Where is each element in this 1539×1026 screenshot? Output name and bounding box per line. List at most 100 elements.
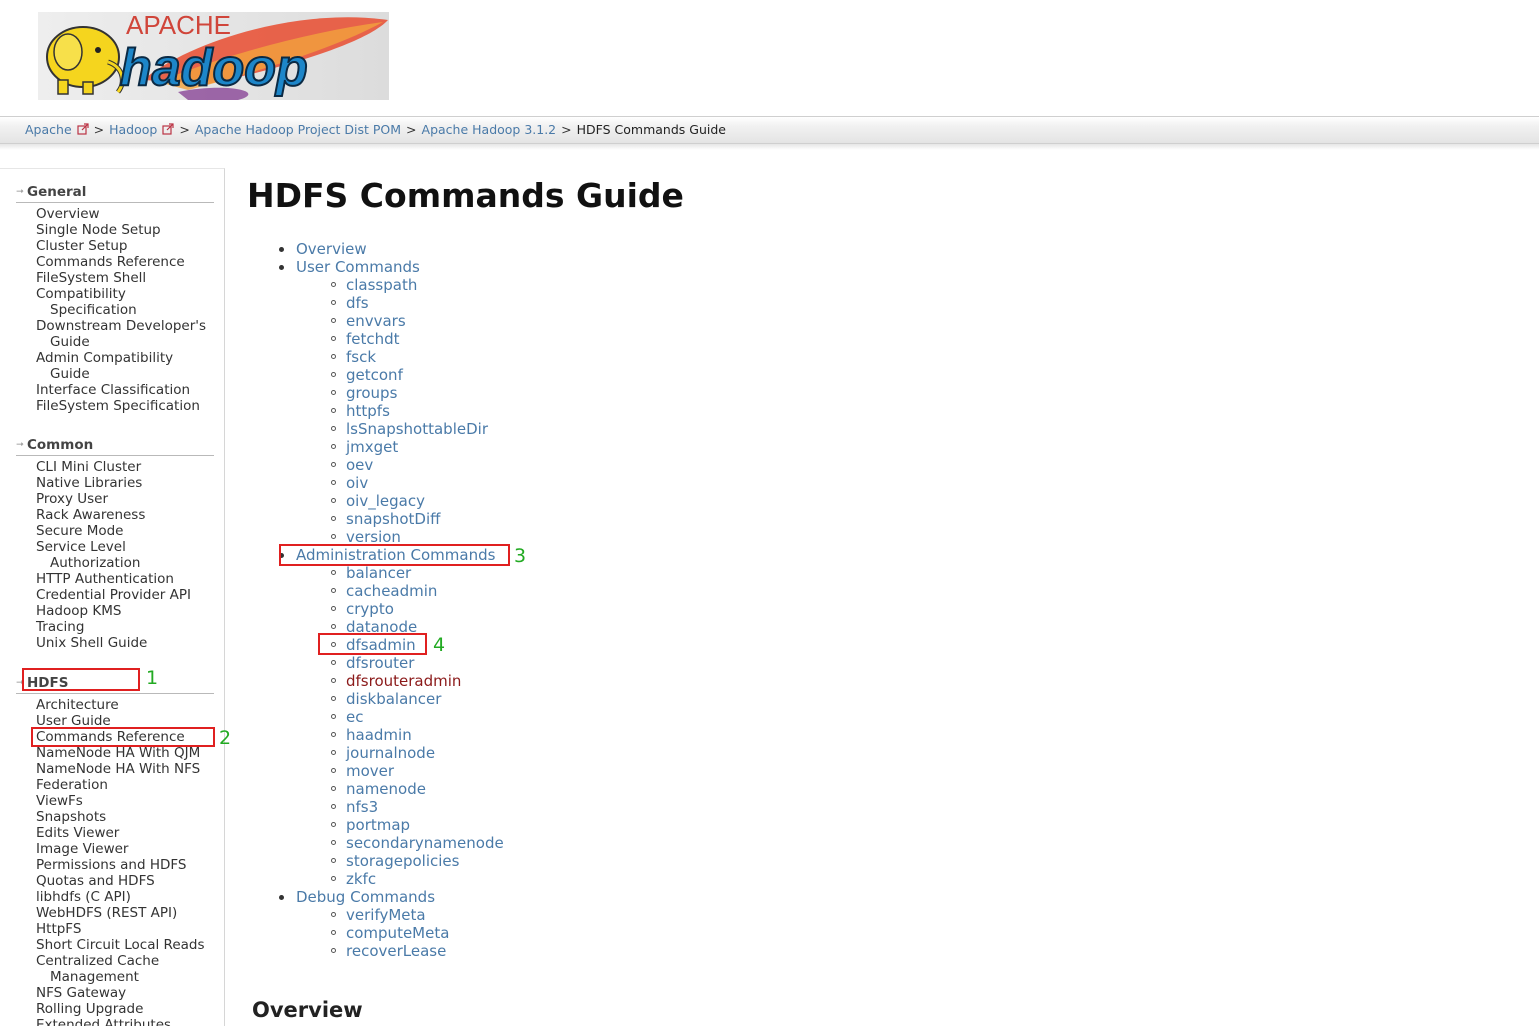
toc-link-oev[interactable]: oev	[346, 456, 373, 474]
sidebar-item-centralized-cache-management[interactable]: Centralized Cache Management	[16, 953, 214, 985]
toc-subitem-lssnapshottabledir: lsSnapshottableDir	[296, 420, 504, 438]
toc-link-dfs[interactable]: dfs	[346, 294, 369, 312]
external-link-icon[interactable]	[162, 123, 174, 135]
sidebar-item-extended-attributes[interactable]: Extended Attributes	[16, 1017, 214, 1026]
toc-link-groups[interactable]: groups	[346, 384, 397, 402]
sidebar-item-rack-awareness[interactable]: Rack Awareness	[16, 507, 214, 523]
sidebar-item-webhdfs-rest-api[interactable]: WebHDFS (REST API)	[16, 905, 214, 921]
sidebar-item-downstream-developer-s-guide[interactable]: Downstream Developer's Guide	[16, 318, 214, 350]
sidebar-item-secure-mode[interactable]: Secure Mode	[16, 523, 214, 539]
sidebar-item-overview[interactable]: Overview	[16, 206, 214, 222]
sidebar-item-single-node-setup[interactable]: Single Node Setup	[16, 222, 214, 238]
sidebar-item-filesystem-shell[interactable]: FileSystem Shell	[16, 270, 214, 286]
toc-subitem-httpfs: httpfs	[296, 402, 504, 420]
sidebar-item-viewfs[interactable]: ViewFs	[16, 793, 214, 809]
toc-link-balancer[interactable]: balancer	[346, 564, 411, 582]
toc-link-secondarynamenode[interactable]: secondarynamenode	[346, 834, 504, 852]
toc-link-oiv[interactable]: oiv	[346, 474, 368, 492]
sidebar-item-native-libraries[interactable]: Native Libraries	[16, 475, 214, 491]
circle-bullet-icon	[331, 912, 336, 917]
toc-link-namenode[interactable]: namenode	[346, 780, 426, 798]
sidebar-item-snapshots[interactable]: Snapshots	[16, 809, 214, 825]
sidebar-item-service-level-authorization[interactable]: Service Level Authorization	[16, 539, 214, 571]
sidebar-item-label: NameNode HA With QJM	[36, 745, 201, 761]
toc-link-computemeta[interactable]: computeMeta	[346, 924, 449, 942]
sidebar-item-httpfs[interactable]: HttpFS	[16, 921, 214, 937]
sidebar-item-short-circuit-local-reads[interactable]: Short Circuit Local Reads	[16, 937, 214, 953]
toc-link-ec[interactable]: ec	[346, 708, 363, 726]
breadcrumb-link-hadoop[interactable]: Hadoop	[109, 122, 157, 137]
toc-link-lssnapshottabledir[interactable]: lsSnapshottableDir	[346, 420, 488, 438]
circle-bullet-icon	[331, 426, 336, 431]
toc-subitem-storagepolicies: storagepolicies	[296, 852, 504, 870]
toc-link-oiv-legacy[interactable]: oiv_legacy	[346, 492, 425, 510]
sidebar-section-heading[interactable]: ⇾ Common	[16, 436, 214, 456]
toc-link-diskbalancer[interactable]: diskbalancer	[346, 690, 441, 708]
toc-subitem-groups: groups	[296, 384, 504, 402]
toc-link-envvars[interactable]: envvars	[346, 312, 406, 330]
toc-link-user-commands[interactable]: User Commands	[296, 258, 420, 276]
table-of-contents: Overview User Commands classpath dfs envvars…	[247, 240, 504, 960]
sidebar-item-permissions-and-hdfs[interactable]: Permissions and HDFS	[16, 857, 214, 873]
sidebar-item-edits-viewer[interactable]: Edits Viewer	[16, 825, 214, 841]
breadcrumb-link-apache-hadoop-project-dist-pom[interactable]: Apache Hadoop Project Dist POM	[195, 122, 401, 137]
sidebar-item-namenode-ha-with-nfs[interactable]: NameNode HA With NFS	[16, 761, 214, 777]
sidebar-item-label: Hadoop KMS	[36, 603, 122, 619]
toc-link-snapshotdiff[interactable]: snapshotDiff	[346, 510, 440, 528]
sidebar-item-federation[interactable]: Federation	[16, 777, 214, 793]
sidebar-item-admin-compatibility-guide[interactable]: Admin Compatibility Guide	[16, 350, 214, 382]
toc-link-dfsrouter[interactable]: dfsrouter	[346, 654, 414, 672]
sidebar-item-cli-mini-cluster[interactable]: CLI Mini Cluster	[16, 459, 214, 475]
toc-link-getconf[interactable]: getconf	[346, 366, 403, 384]
toc-link-recoverlease[interactable]: recoverLease	[346, 942, 446, 960]
sidebar-item-libhdfs-c-api[interactable]: libhdfs (C API)	[16, 889, 214, 905]
toc-link-fetchdt[interactable]: fetchdt	[346, 330, 400, 348]
toc-link-journalnode[interactable]: journalnode	[346, 744, 435, 762]
sidebar-item-proxy-user[interactable]: Proxy User	[16, 491, 214, 507]
toc-link-jmxget[interactable]: jmxget	[346, 438, 398, 456]
sidebar-item-label: FileSystem Shell	[36, 270, 147, 286]
apache-hadoop-logo[interactable]: APACHE hadoop	[38, 12, 389, 100]
toc-link-portmap[interactable]: portmap	[346, 816, 410, 834]
toc-link-storagepolicies[interactable]: storagepolicies	[346, 852, 459, 870]
toc-link-crypto[interactable]: crypto	[346, 600, 394, 618]
toc-link-overview[interactable]: Overview	[296, 240, 367, 258]
toc-link-nfs3[interactable]: nfs3	[346, 798, 378, 816]
sidebar-item-hadoop-kms[interactable]: Hadoop KMS	[16, 603, 214, 619]
toc-link-dfsrouteradmin[interactable]: dfsrouteradmin	[346, 672, 461, 690]
sidebar-item-rolling-upgrade[interactable]: Rolling Upgrade	[16, 1001, 214, 1017]
sidebar-item-image-viewer[interactable]: Image Viewer	[16, 841, 214, 857]
sidebar-item-unix-shell-guide[interactable]: Unix Shell Guide	[16, 635, 214, 651]
toc-link-zkfc[interactable]: zkfc	[346, 870, 376, 888]
sidebar-item-compatibility-specification[interactable]: Compatibility Specification	[16, 286, 214, 318]
sidebar-item-http-authentication[interactable]: HTTP Authentication	[16, 571, 214, 587]
toc-link-haadmin[interactable]: haadmin	[346, 726, 412, 744]
sidebar-item-cluster-setup[interactable]: Cluster Setup	[16, 238, 214, 254]
sidebar-item-interface-classification[interactable]: Interface Classification	[16, 382, 214, 398]
sidebar-item-filesystem-specification[interactable]: FileSystem Specification	[16, 398, 214, 414]
circle-bullet-icon	[331, 300, 336, 305]
sidebar-item-label: Rolling Upgrade	[36, 1001, 144, 1017]
toc-item-user-commands: User Commands classpath dfs envvars fetchdt f…	[247, 258, 504, 546]
toc-link-httpfs[interactable]: httpfs	[346, 402, 390, 420]
breadcrumb-link-apache[interactable]: Apache	[25, 122, 72, 137]
sidebar-item-commands-reference[interactable]: Commands Reference	[16, 254, 214, 270]
sidebar-item-quotas-and-hdfs[interactable]: Quotas and HDFS	[16, 873, 214, 889]
toc-link-fsck[interactable]: fsck	[346, 348, 376, 366]
breadcrumb-link-apache-hadoop-3-1-2[interactable]: Apache Hadoop 3.1.2	[422, 122, 557, 137]
sidebar-item-label: FileSystem Specification	[36, 398, 200, 414]
annotation-number-2: 2	[219, 727, 232, 749]
sidebar-item-credential-provider-api[interactable]: Credential Provider API	[16, 587, 214, 603]
external-link-icon[interactable]	[77, 123, 89, 135]
sidebar-item-tracing[interactable]: Tracing	[16, 619, 214, 635]
circle-bullet-icon	[331, 678, 336, 683]
toc-link-debug-commands[interactable]: Debug Commands	[296, 888, 435, 906]
sidebar-item-architecture[interactable]: Architecture	[16, 697, 214, 713]
sidebar-item-nfs-gateway[interactable]: NFS Gateway	[16, 985, 214, 1001]
toc-link-classpath[interactable]: classpath	[346, 276, 417, 294]
toc-link-mover[interactable]: mover	[346, 762, 394, 780]
toc-link-cacheadmin[interactable]: cacheadmin	[346, 582, 437, 600]
toc-link-verifymeta[interactable]: verifyMeta	[346, 906, 426, 924]
sidebar-item-namenode-ha-with-qjm[interactable]: NameNode HA With QJM	[16, 745, 214, 761]
sidebar-section-heading[interactable]: ⇾ General	[16, 183, 214, 203]
